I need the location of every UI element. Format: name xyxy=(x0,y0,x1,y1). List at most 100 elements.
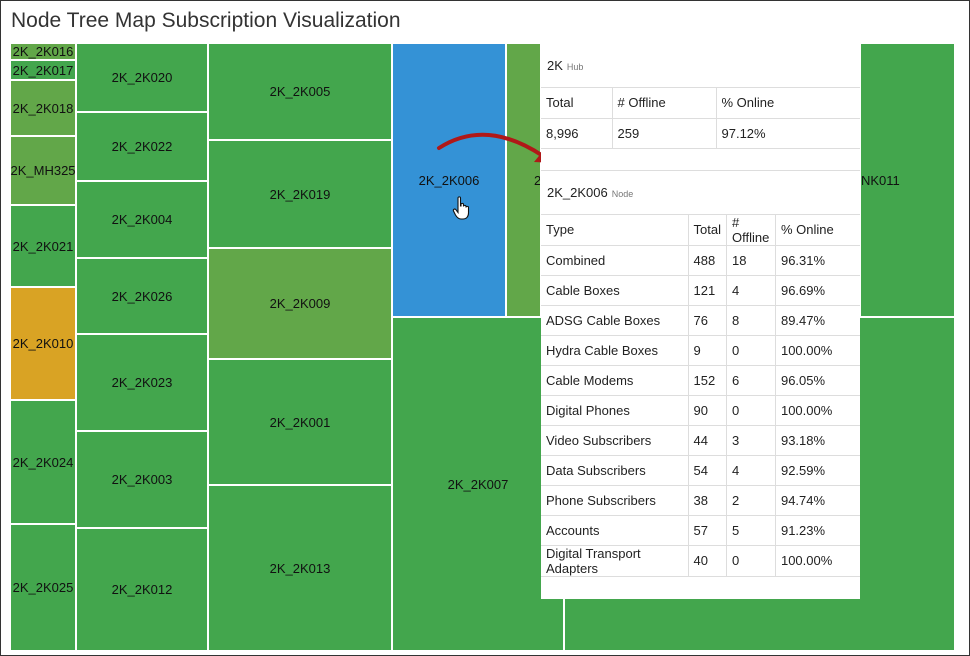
row-total: 488 xyxy=(687,245,727,276)
hub-value-online: 97.12% xyxy=(715,118,860,149)
page-title: Node Tree Map Subscription Visualization xyxy=(11,9,401,32)
node-table: Type Total # Offline % Online Combined 48… xyxy=(541,214,860,577)
node-name: 2K_2K006 xyxy=(547,184,608,200)
row-online: 92.59% xyxy=(774,455,860,486)
row-total: 54 xyxy=(687,455,727,486)
treemap-tile-label: 2K_2K019 xyxy=(269,186,331,202)
treemap-tile-label: 2K_2K013 xyxy=(269,560,331,576)
row-offline: 0 xyxy=(725,335,776,366)
treemap-tile-label: 2K_2K023 xyxy=(111,375,173,390)
treemap-tile-label: 2K_MH325 xyxy=(10,163,76,178)
row-type: Cable Modems xyxy=(541,365,688,396)
row-online: 89.47% xyxy=(774,305,860,336)
row-type: Hydra Cable Boxes xyxy=(541,335,688,366)
treemap-tile-2k001[interactable]: 2K_2K001 xyxy=(208,359,392,485)
hub-value-total: 8,996 xyxy=(541,118,612,149)
row-total: 38 xyxy=(687,485,727,516)
treemap-tile-2k004[interactable]: 2K_2K004 xyxy=(76,181,208,258)
treemap-tile-2k007[interactable]: 2K_2K007 xyxy=(392,317,564,651)
row-type: Phone Subscribers xyxy=(541,485,688,516)
row-type: Digital Phones xyxy=(541,395,688,426)
treemap-tile-partial[interactable]: 2 xyxy=(506,43,541,317)
treemap-tile-2k009[interactable]: 2K_2K009 xyxy=(208,248,392,359)
node-table-row: Cable Boxes 121 4 96.69% xyxy=(541,275,860,306)
treemap-tile-mh325[interactable]: 2K_MH325 xyxy=(10,136,76,205)
visualization-frame: Node Tree Map Subscription Visualization… xyxy=(0,0,970,656)
row-online: 100.00% xyxy=(774,395,860,426)
treemap-tile-2k024[interactable]: 2K_2K024 xyxy=(10,400,76,524)
treemap-tile-2k016[interactable]: 2K_2K016 xyxy=(10,43,76,60)
node-type-label: Node xyxy=(611,188,634,199)
treemap-tile-2k003[interactable]: 2K_2K003 xyxy=(76,431,208,528)
row-online: 96.05% xyxy=(774,365,860,396)
treemap-tile-2k018[interactable]: 2K_2K018 xyxy=(10,80,76,136)
treemap-tile-2k021[interactable]: 2K_2K021 xyxy=(10,205,76,287)
treemap-tile-2k012[interactable]: 2K_2K012 xyxy=(76,528,208,651)
node-header-type: Type xyxy=(541,214,688,246)
treemap-tile-2k013[interactable]: 2K_2K013 xyxy=(208,485,392,651)
row-offline: 5 xyxy=(725,515,776,546)
node-table-row: Cable Modems 152 6 96.05% xyxy=(541,365,860,396)
hand-pointer-icon xyxy=(452,196,470,220)
treemap-tile-2k005[interactable]: 2K_2K005 xyxy=(208,43,392,140)
treemap-tile-label: 2K_2K003 xyxy=(111,472,173,487)
treemap-tile-2k023[interactable]: 2K_2K023 xyxy=(76,334,208,431)
row-online: 100.00% xyxy=(774,335,860,366)
row-offline: 4 xyxy=(725,455,776,486)
treemap-tile-2k025[interactable]: 2K_2K025 xyxy=(10,524,76,651)
treemap-tile-2k017[interactable]: 2K_2K017 xyxy=(10,60,76,80)
hub-table-value-row: 8,996 259 97.12% xyxy=(541,118,860,149)
row-type: ADSG Cable Boxes xyxy=(541,305,688,336)
row-total: 121 xyxy=(687,275,727,306)
node-table-row: Digital Phones 90 0 100.00% xyxy=(541,395,860,426)
hub-type-label: Hub xyxy=(566,62,584,72)
treemap-tile-label: 2K_2K024 xyxy=(12,454,74,470)
treemap-tile-label: 2K_2K012 xyxy=(111,582,173,597)
treemap-tile-label: 2K_2K010 xyxy=(12,336,74,351)
tooltip-panel: 2K Hub Total # Offline % Online 8,996 25… xyxy=(541,44,860,599)
treemap-tile-label: 2K_2K016 xyxy=(12,44,74,59)
row-offline: 6 xyxy=(725,365,776,396)
treemap-tile-label: 2 xyxy=(534,172,541,188)
row-type: Digital Transport Adapters xyxy=(541,545,688,577)
row-offline: 18 xyxy=(725,245,776,276)
row-total: 76 xyxy=(687,305,727,336)
hub-header-offline: # Offline xyxy=(611,88,716,119)
row-total: 40 xyxy=(687,545,727,577)
node-table-row: Combined 488 18 96.31% xyxy=(541,245,860,276)
treemap-tile-label: 2K_2K025 xyxy=(12,580,74,595)
row-online: 91.23% xyxy=(774,515,860,546)
node-header: 2K_2K006 Node xyxy=(541,171,860,215)
hub-header: 2K Hub xyxy=(541,44,860,88)
row-type: Data Subscribers xyxy=(541,455,688,486)
hub-table: Total # Offline % Online 8,996 259 97.12… xyxy=(541,88,860,149)
treemap-tile-label: 2K_2K018 xyxy=(12,100,74,116)
treemap-tile-2k011[interactable]: NK011 xyxy=(860,43,955,317)
treemap-tile-2k026[interactable]: 2K_2K026 xyxy=(76,258,208,334)
row-online: 96.31% xyxy=(774,245,860,276)
node-header-online: % Online xyxy=(774,214,860,246)
treemap-tile-label: 2K_2K006 xyxy=(418,172,480,188)
row-total: 152 xyxy=(687,365,727,396)
treemap-tile-2k006[interactable]: 2K_2K006 xyxy=(392,43,506,317)
treemap-tile-2k010[interactable]: 2K_2K010 xyxy=(10,287,76,400)
treemap-tile-label: 2K_2K007 xyxy=(447,476,509,492)
treemap-tile-label: 2K_2K005 xyxy=(269,84,331,99)
row-online: 93.18% xyxy=(774,425,860,456)
panel-spacer xyxy=(541,149,860,171)
row-total: 9 xyxy=(687,335,727,366)
treemap-tile-label: 2K_2K026 xyxy=(111,288,173,304)
hub-name: 2K xyxy=(547,58,563,73)
treemap-tile-2k019[interactable]: 2K_2K019 xyxy=(208,140,392,248)
row-total: 57 xyxy=(687,515,727,546)
treemap-tile-2k022[interactable]: 2K_2K022 xyxy=(76,112,208,181)
node-header-offline: # Offline xyxy=(725,214,776,246)
row-total: 90 xyxy=(687,395,727,426)
hub-table-header-row: Total # Offline % Online xyxy=(541,88,860,119)
treemap-tile-2k020[interactable]: 2K_2K020 xyxy=(76,43,208,112)
node-table-row: Digital Transport Adapters 40 0 100.00% xyxy=(541,545,860,577)
row-offline: 0 xyxy=(725,395,776,426)
row-online: 94.74% xyxy=(774,485,860,516)
node-table-row: Hydra Cable Boxes 9 0 100.00% xyxy=(541,335,860,366)
row-offline: 8 xyxy=(725,305,776,336)
